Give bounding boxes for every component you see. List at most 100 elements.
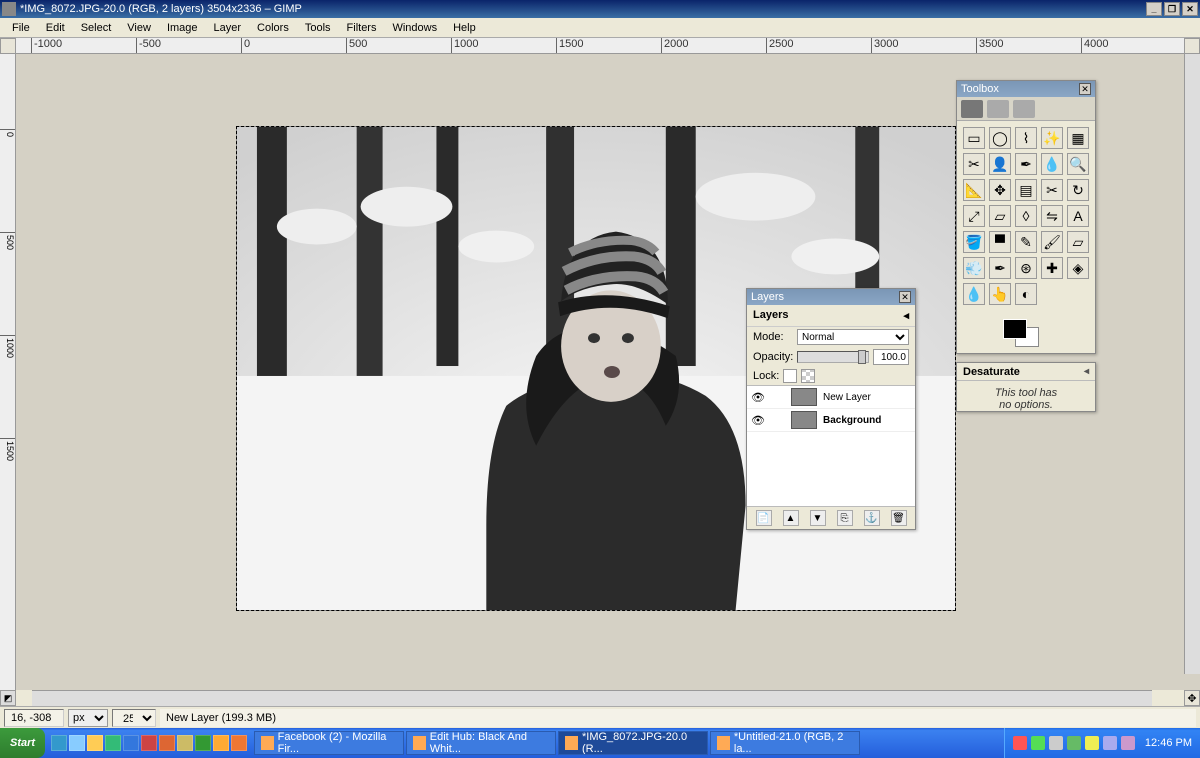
anchor-layer-icon[interactable]: ⚓ [864, 510, 880, 526]
tray-icon-1[interactable] [1013, 736, 1027, 750]
rotate-icon[interactable]: ↻ [1067, 179, 1089, 201]
start-button[interactable]: Start [0, 728, 45, 758]
eye-icon[interactable]: 👁 [751, 413, 765, 427]
tray-icon-5[interactable] [1085, 736, 1099, 750]
toolbox-panel[interactable]: Toolbox ✕ ▭◯⌇✨▦✂👤✒💧🔍📐✥▤✂↻⤢▱◊⇋A🪣▀✎🖌▱💨✒⊛✚◈… [956, 80, 1096, 354]
taskbar-task[interactable]: *IMG_8072.JPG-20.0 (R... [558, 731, 708, 755]
paths-icon[interactable]: ✒ [1015, 153, 1037, 175]
layers-panel[interactable]: Layers ✕ Layers ◂ Mode: Normal Opacity: … [746, 288, 916, 530]
color-select-icon[interactable]: ▦ [1067, 127, 1089, 149]
layer-row[interactable]: 👁 Background [747, 409, 915, 432]
menu-windows[interactable]: Windows [384, 20, 445, 36]
rect-select-icon[interactable]: ▭ [963, 127, 985, 149]
align-icon[interactable]: ▤ [1015, 179, 1037, 201]
smudge-icon[interactable]: 👆 [989, 283, 1011, 305]
fuzzy-select-icon[interactable]: ✨ [1041, 127, 1063, 149]
unit-select[interactable]: px [68, 709, 108, 727]
blur-icon[interactable]: 💧 [963, 283, 985, 305]
ruler-corner[interactable] [0, 38, 16, 54]
ruler-vertical[interactable]: 050010001500 [0, 54, 16, 690]
measure-icon[interactable]: 📐 [963, 179, 985, 201]
heal-icon[interactable]: ✚ [1041, 257, 1063, 279]
duplicate-layer-icon[interactable]: ⎘ [837, 510, 853, 526]
perspective-icon[interactable]: ◊ [1015, 205, 1037, 227]
scrollbar-horizontal[interactable] [32, 690, 1152, 706]
tray-icon-4[interactable] [1067, 736, 1081, 750]
ql-access-icon[interactable] [141, 735, 157, 751]
menu-image[interactable]: Image [159, 20, 206, 36]
layer-row[interactable]: 👁 New Layer [747, 386, 915, 409]
eraser-icon[interactable]: ▱ [1067, 231, 1089, 253]
toolbox-tab-icon[interactable] [961, 100, 983, 118]
ql-ie-icon[interactable] [51, 735, 67, 751]
mode-select[interactable]: Normal [797, 329, 909, 345]
free-select-icon[interactable]: ⌇ [1015, 127, 1037, 149]
maximize-button[interactable]: ❐ [1164, 2, 1180, 16]
ql-word-icon[interactable] [123, 735, 139, 751]
ql-outlook-icon[interactable] [87, 735, 103, 751]
blend-icon[interactable]: ▀ [989, 231, 1011, 253]
menu-colors[interactable]: Colors [249, 20, 297, 36]
layers-close-icon[interactable]: ✕ [899, 291, 911, 303]
lock-alpha-icon[interactable] [801, 369, 815, 383]
menu-filters[interactable]: Filters [339, 20, 385, 36]
crop-icon[interactable]: ✂ [1041, 179, 1063, 201]
foreground-color[interactable] [1003, 319, 1027, 339]
tool-options-panel[interactable]: Desaturate ◂ This tool has no options. [956, 362, 1096, 412]
scrollbar-vertical[interactable] [1184, 54, 1200, 674]
taskbar-clock[interactable]: 12:46 PM [1139, 737, 1192, 749]
clone-icon[interactable]: ⊛ [1015, 257, 1037, 279]
airbrush-icon[interactable]: 💨 [963, 257, 985, 279]
menu-help[interactable]: Help [445, 20, 484, 36]
delete-layer-icon[interactable]: 🗑 [891, 510, 907, 526]
tray-icon-7[interactable] [1121, 736, 1135, 750]
taskbar-task[interactable]: Facebook (2) - Mozilla Fir... [254, 731, 404, 755]
color-swatches[interactable] [957, 311, 1095, 353]
zoom-select[interactable]: 25 % [112, 709, 156, 727]
minimize-button[interactable]: _ [1146, 2, 1162, 16]
shear-icon[interactable]: ▱ [989, 205, 1011, 227]
dodge-burn-icon[interactable]: ◐ [1015, 283, 1037, 305]
flip-icon[interactable]: ⇋ [1041, 205, 1063, 227]
menu-select[interactable]: Select [73, 20, 120, 36]
ruler-horizontal[interactable]: -1000-5000500100015002000250030003500400… [16, 38, 1184, 54]
nav-preview-button[interactable]: ✥ [1184, 690, 1200, 706]
scissors-icon[interactable]: ✂ [963, 153, 985, 175]
ql-excel-icon[interactable] [105, 735, 121, 751]
toolbox-tab3-icon[interactable] [1013, 100, 1035, 118]
close-button[interactable]: ✕ [1182, 2, 1198, 16]
zoom-icon[interactable]: 🔍 [1067, 153, 1089, 175]
raise-layer-icon[interactable]: ▲ [783, 510, 799, 526]
qmask-toggle[interactable]: ◩ [0, 690, 16, 706]
ql-ppt-icon[interactable] [159, 735, 175, 751]
color-picker-icon[interactable]: 💧 [1041, 153, 1063, 175]
taskbar-task[interactable]: *Untitled-21.0 (RGB, 2 la... [710, 731, 860, 755]
panel-menu-icon[interactable]: ◂ [1084, 366, 1089, 377]
opacity-slider[interactable] [797, 351, 869, 363]
layers-panel-title[interactable]: Layers ✕ [747, 289, 915, 305]
move-icon[interactable]: ✥ [989, 179, 1011, 201]
new-layer-icon[interactable]: 📄 [756, 510, 772, 526]
ink-icon[interactable]: ✒ [989, 257, 1011, 279]
menu-tools[interactable]: Tools [297, 20, 339, 36]
bucket-fill-icon[interactable]: 🪣 [963, 231, 985, 253]
menu-edit[interactable]: Edit [38, 20, 73, 36]
scale-icon[interactable]: ⤢ [963, 205, 985, 227]
menu-layer[interactable]: Layer [206, 20, 250, 36]
paintbrush-icon[interactable]: 🖌 [1041, 231, 1063, 253]
toolbox-close-icon[interactable]: ✕ [1079, 83, 1091, 95]
ellipse-select-icon[interactable]: ◯ [989, 127, 1011, 149]
lock-pixels-icon[interactable] [783, 369, 797, 383]
ql-media-icon[interactable] [195, 735, 211, 751]
foreground-select-icon[interactable]: 👤 [989, 153, 1011, 175]
tray-icon-2[interactable] [1031, 736, 1045, 750]
ql-desktop-icon[interactable] [69, 735, 85, 751]
perspective-clone-icon[interactable]: ◈ [1067, 257, 1089, 279]
tray-icon-6[interactable] [1103, 736, 1117, 750]
opacity-input[interactable] [873, 349, 909, 365]
ql-explorer-icon[interactable] [177, 735, 193, 751]
menu-file[interactable]: File [4, 20, 38, 36]
lower-layer-icon[interactable]: ▼ [810, 510, 826, 526]
eye-icon[interactable]: 👁 [751, 390, 765, 404]
tray-icon-3[interactable] [1049, 736, 1063, 750]
